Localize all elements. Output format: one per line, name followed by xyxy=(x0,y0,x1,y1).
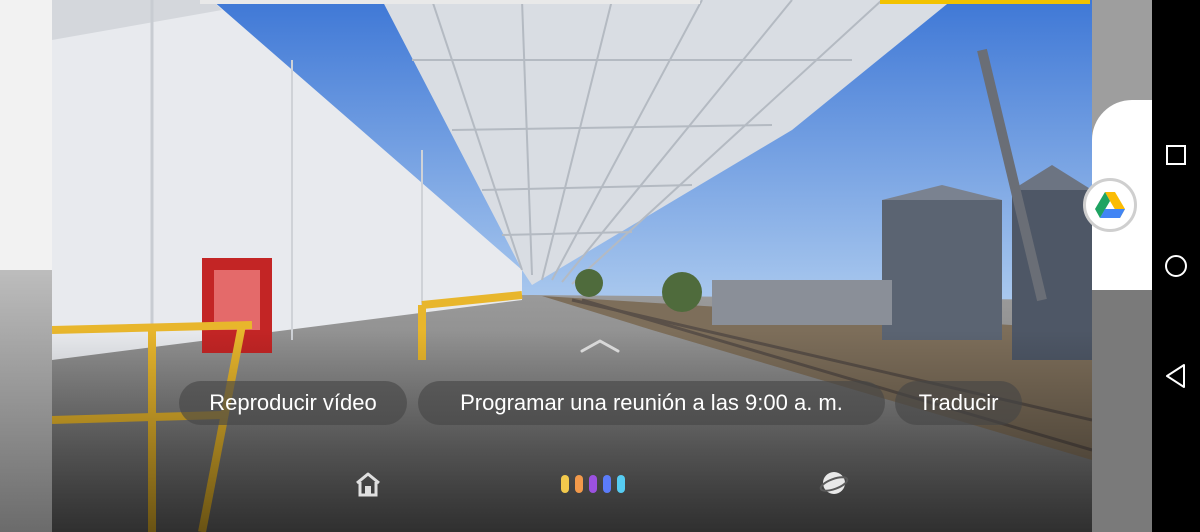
assistant-dot-cyan xyxy=(617,475,625,493)
triangle-back-icon xyxy=(1166,364,1185,388)
circle-home-icon xyxy=(1165,255,1187,277)
chip-schedule-meeting-label: Programar una reunión a las 9:00 a. m. xyxy=(460,390,843,415)
chip-translate[interactable]: Traducir xyxy=(895,381,1022,425)
side-panel-bottom xyxy=(1092,290,1152,532)
top-accent-bar xyxy=(880,0,1090,4)
assistant-dot-purple xyxy=(589,475,597,493)
square-recents-icon xyxy=(1166,145,1186,165)
top-progress-track xyxy=(200,0,700,4)
assistant-dot-blue xyxy=(603,475,611,493)
assistant-dots[interactable] xyxy=(561,475,641,493)
recents-button[interactable] xyxy=(1152,131,1200,179)
google-drive-icon xyxy=(1095,192,1125,218)
home-icon xyxy=(356,472,380,497)
system-navigation-bar xyxy=(1152,0,1200,532)
home-button[interactable] xyxy=(353,469,383,499)
chip-play-video[interactable]: Reproducir vídeo xyxy=(179,381,407,425)
warehouse-photo-illustration xyxy=(52,0,1092,532)
lens-planet-icon xyxy=(819,472,849,494)
chip-play-video-label: Reproducir vídeo xyxy=(209,390,377,415)
explore-button[interactable] xyxy=(819,468,849,498)
chip-translate-label: Traducir xyxy=(918,390,999,415)
expand-chevron-up-icon[interactable] xyxy=(578,336,622,354)
chip-schedule-meeting[interactable]: Programar una reunión a las 9:00 a. m. xyxy=(418,381,885,425)
assistant-dot-orange xyxy=(575,475,583,493)
background-photo xyxy=(52,0,1092,532)
left-background-strip xyxy=(0,0,52,532)
assistant-dot-yellow xyxy=(561,475,569,493)
suggestion-chips: Reproducir vídeo Programar una reunión a… xyxy=(0,381,1092,425)
system-home-button[interactable] xyxy=(1152,242,1200,290)
google-drive-button[interactable] xyxy=(1083,178,1137,232)
right-side-panel xyxy=(1092,0,1152,532)
back-button[interactable] xyxy=(1152,352,1200,400)
